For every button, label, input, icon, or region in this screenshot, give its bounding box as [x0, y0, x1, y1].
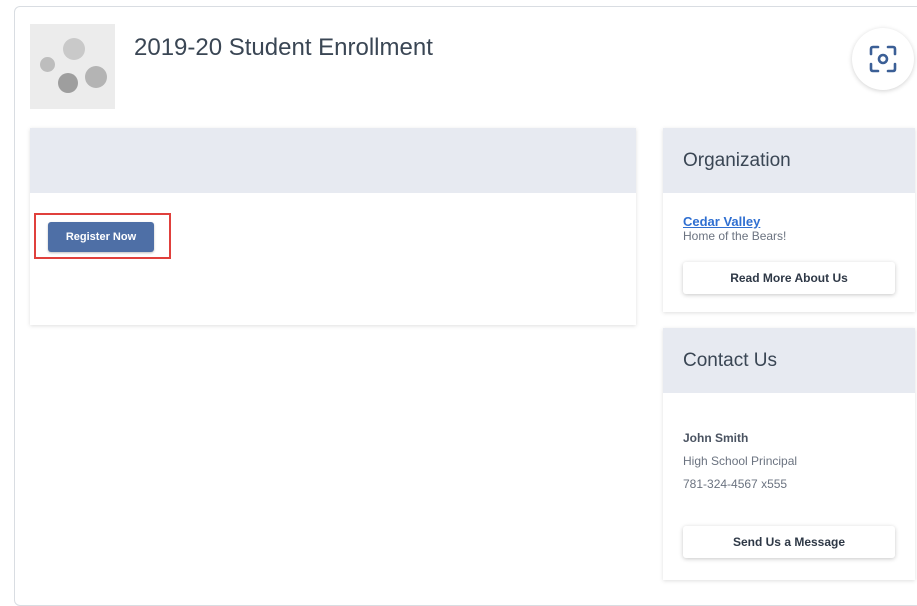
logo-dot [85, 66, 107, 88]
enrollment-card-header [30, 128, 636, 193]
logo-dot [63, 38, 85, 60]
organization-tagline: Home of the Bears! [683, 229, 787, 243]
read-more-button[interactable]: Read More About Us [683, 262, 895, 294]
enrollment-card: Register Now [30, 128, 636, 325]
contact-phone: 781-324-4567 x555 [683, 477, 788, 491]
organization-link[interactable]: Cedar Valley [683, 214, 760, 229]
contact-name: John Smith [683, 431, 749, 445]
contact-heading: Contact Us [663, 328, 915, 393]
logo-dot [58, 73, 78, 93]
page-title: 2019-20 Student Enrollment [134, 34, 433, 61]
organization-card: Organization Cedar Valley Home of the Be… [663, 128, 915, 312]
send-message-button[interactable]: Send Us a Message [683, 526, 895, 558]
scan-button[interactable] [852, 28, 914, 90]
contact-card: Contact Us John Smith High School Princi… [663, 328, 915, 580]
logo-dot [40, 57, 55, 72]
organization-heading: Organization [663, 128, 915, 193]
scan-icon [869, 45, 897, 73]
contact-role: High School Principal [683, 454, 798, 468]
organization-logo [30, 24, 115, 109]
register-now-button[interactable]: Register Now [48, 222, 154, 252]
